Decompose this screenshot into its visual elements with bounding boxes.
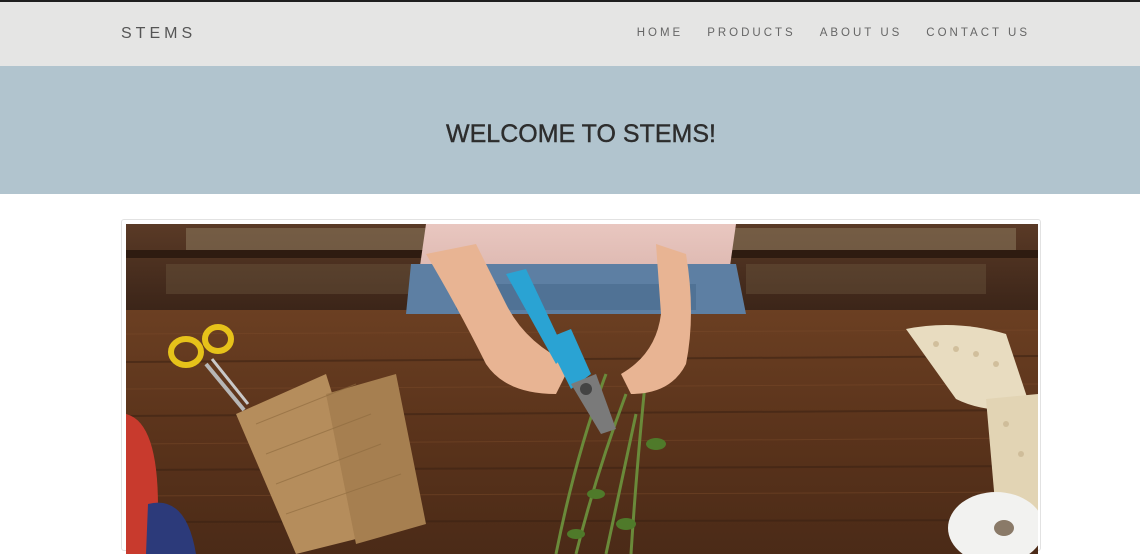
hero-title: WELCOME TO STEMS! bbox=[446, 120, 716, 148]
brand-logo[interactable]: STEMS bbox=[121, 25, 196, 43]
navbar: STEMS HOME PRODUCTS ABOUT US CONTACT US bbox=[0, 2, 1140, 66]
hero-banner: WELCOME TO STEMS! bbox=[0, 66, 1140, 194]
nav-contact-link[interactable]: CONTACT US bbox=[926, 27, 1030, 39]
hero-image-frame bbox=[121, 219, 1041, 554]
nav-about-link[interactable]: ABOUT US bbox=[820, 27, 903, 39]
main-nav: HOME PRODUCTS ABOUT US CONTACT US bbox=[637, 27, 1030, 39]
nav-products-link[interactable]: PRODUCTS bbox=[707, 27, 796, 39]
nav-home-link[interactable]: HOME bbox=[637, 27, 684, 39]
florist-photo bbox=[126, 224, 1038, 554]
